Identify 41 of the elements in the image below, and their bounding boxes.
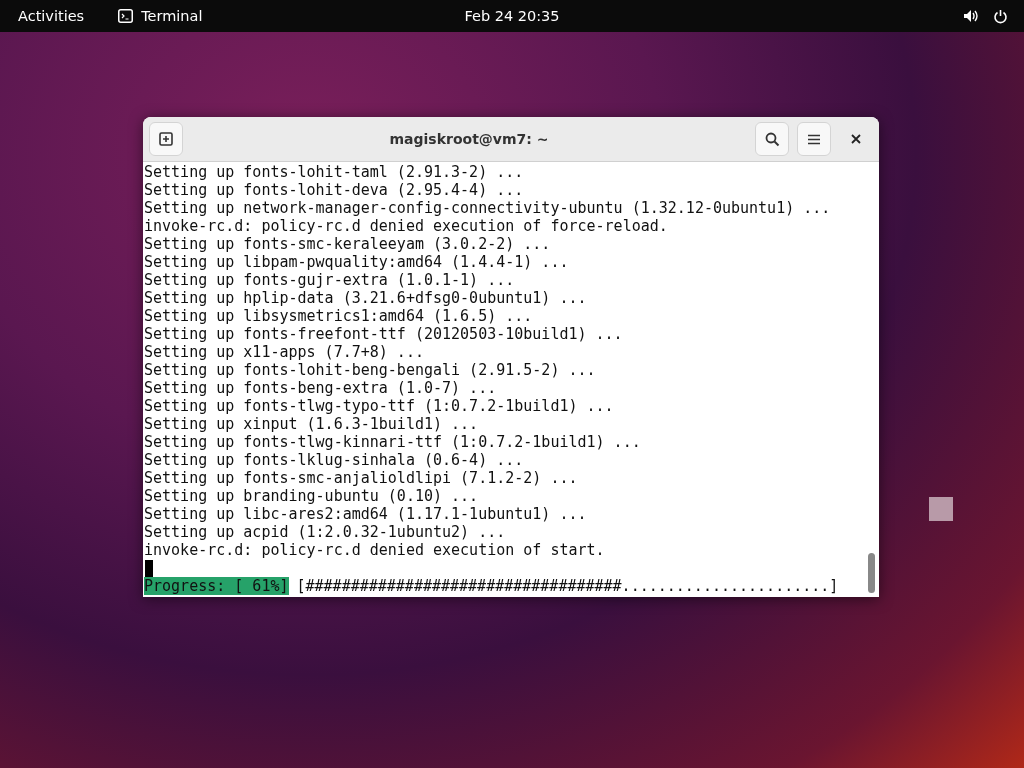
scrollbar-thumb[interactable] [867,553,875,593]
terminal-line: Setting up fonts-lohit-taml (2.91.3-2) ... [144,163,525,181]
terminal-icon [118,9,134,23]
terminal-line: Setting up branding-ubuntu (0.10) ... [144,487,480,505]
terminal-line: Setting up fonts-beng-extra (1.0-7) ... [144,379,498,397]
search-button[interactable] [755,122,789,156]
progress-text: [###################################.......................] [296,577,839,595]
terminal-line: Setting up fonts-tlwg-typo-ttf (1:0.7.2-1build1) ... [144,397,615,415]
menu-icon [808,133,820,145]
terminal-line: invoke-rc.d: policy-rc.d denied execution of start. [144,541,606,559]
app-menu-label[interactable]: Terminal [141,8,203,24]
volume-icon[interactable] [963,9,979,23]
terminal-line: Setting up fonts-freefont-ttf (20120503-10build1) ... [144,325,624,343]
terminal-line: invoke-rc.d: policy-rc.d denied execution of force-reload. [144,217,669,235]
terminal-line: Setting up fonts-lohit-beng-bengali (2.91.5-2) ... [144,361,597,379]
new-tab-icon [159,132,173,146]
terminal-line: Setting up fonts-tlwg-kinnari-ttf (1:0.7.2-1build1) ... [144,433,642,451]
terminal-line: Setting up fonts-lklug-sinhala (0.6-4) ... [144,451,525,469]
text-cursor [145,560,153,577]
terminal-line: Setting up x11-apps (7.7+8) ... [144,343,425,361]
terminal-line: Setting up acpid (1:2.0.32-1ubuntu2) ... [144,523,507,541]
terminal-line: Setting up xinput (1.6.3-1build1) ... [144,415,480,433]
terminal-line: Setting up fonts-smc-anjalioldlipi (7.1.2-2) ... [144,469,579,487]
power-icon[interactable] [993,8,1008,24]
window-title: magiskroot@vm7: ~ [388,131,550,147]
terminal-line: Setting up libsysmetrics1:amd64 (1.6.5) ... [144,307,534,325]
search-icon [764,131,780,147]
terminal-line: Setting up fonts-gujr-extra (1.0.1-1) ... [144,271,516,289]
desktop-square [929,497,953,521]
terminal-line: Setting up libc-ares2:amd64 (1.17.1-1ubuntu1) ... [144,505,588,523]
terminal-line: Setting up fonts-smc-keraleeyam (3.0.2-2) ... [144,235,552,253]
menu-button[interactable] [797,122,831,156]
terminal-line: Setting up hplip-data (3.21.6+dfsg0-0ubuntu1) ... [144,289,588,307]
terminal-line: Setting up network-manager-config-connectivity-ubuntu (1.32.12-0ubuntu1) ... [144,199,832,217]
terminal-line: Setting up fonts-lohit-deva (2.95.4-4) ... [144,181,525,199]
terminal-line: Setting up libpam-pwquality:amd64 (1.4.4-1) ... [144,253,570,271]
activities-button[interactable]: Activities [18,8,85,24]
new-tab-button[interactable] [149,122,183,156]
clock[interactable]: Feb 24 20:35 [464,8,560,24]
progress-label: Progress: [ 61%] [144,577,289,595]
close-icon [851,134,861,144]
